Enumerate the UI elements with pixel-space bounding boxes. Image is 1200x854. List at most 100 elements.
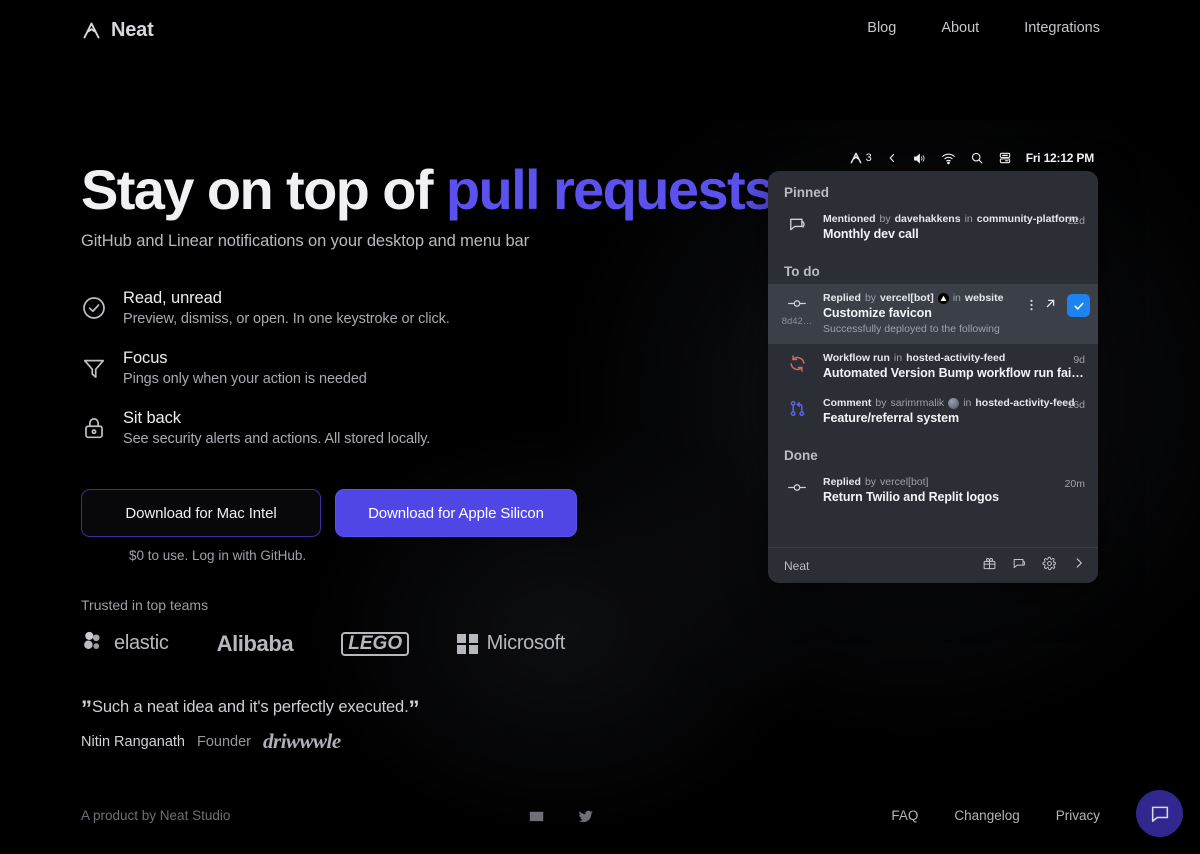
microsoft-logo-icon: [457, 633, 478, 655]
notification-row[interactable]: 8d42… Replied by vercel[bot] in website …: [768, 284, 1098, 344]
menubar-clock: Fri 12:12 PM: [1025, 151, 1094, 165]
in-label: in: [963, 397, 972, 409]
section-title-pinned: Pinned: [784, 185, 830, 200]
logo-label: Alibaba: [216, 630, 294, 656]
app-footer-icons: [982, 556, 1086, 576]
notification-icon-column: 8d42…: [782, 292, 812, 335]
cta-note: $0 to use. Log in with GitHub.: [129, 548, 307, 564]
notification-body: Replied by vercel[bot] Return Twilio and…: [823, 476, 1086, 504]
notification-actions: [1029, 294, 1090, 317]
check-circle-icon: [81, 295, 107, 321]
notification-kind: Workflow run: [823, 352, 890, 364]
vercel-triangle-icon: [937, 292, 949, 304]
notification-subtext: Successfully deployed to the following: [823, 323, 1000, 335]
menubar-neat-icon[interactable]: 3: [849, 151, 872, 165]
logo-label: LEGO: [341, 631, 410, 656]
control-center-icon[interactable]: [998, 151, 1012, 165]
notification-icon-column: [782, 397, 812, 425]
macos-menu-bar: 3 Fri 12:12 PM: [768, 145, 1098, 171]
wifi-icon[interactable]: [941, 151, 956, 166]
by-label: by: [864, 476, 877, 488]
feature-desc: Pings only when your action is needed: [123, 371, 367, 388]
app-screenshot: 3 Fri 12:12 PM Pinned Mentioned by daveh…: [768, 145, 1098, 583]
brand-logo[interactable]: Neat: [81, 19, 154, 42]
logo-label: elastic: [114, 632, 169, 655]
notification-actor: vercel[bot]: [880, 476, 929, 488]
feature-desc: See security alerts and actions. All sto…: [123, 431, 431, 448]
nav-link-about[interactable]: About: [941, 20, 979, 36]
kebab-menu-icon[interactable]: [1029, 297, 1034, 315]
notification-repo: website: [964, 292, 1004, 304]
quote-close-mark: ”: [408, 696, 420, 722]
gear-icon[interactable]: [1042, 556, 1057, 576]
commit-icon: [786, 478, 808, 497]
chat-bubble-icon[interactable]: [1136, 790, 1183, 837]
primary-nav: Blog About Integrations: [867, 20, 1100, 36]
menubar-badge-count: 3: [865, 152, 872, 164]
notification-icon-column: [782, 476, 812, 504]
in-label: in: [952, 292, 961, 304]
quote-open-mark: ”: [81, 696, 92, 722]
pull-request-icon: [788, 399, 807, 418]
notification-actor: davehakkens: [894, 213, 961, 225]
mark-done-check-icon[interactable]: [1067, 294, 1090, 317]
notification-kind: Replied: [823, 476, 861, 488]
notification-time: 22d: [1067, 215, 1085, 227]
commit-icon: [786, 294, 808, 313]
notification-row[interactable]: Replied by vercel[bot] Return Twilio and…: [768, 468, 1098, 513]
notification-meta: Workflow run in hosted-activity-feed: [823, 352, 1086, 364]
download-apple-silicon-button[interactable]: Download for Apple Silicon: [335, 489, 577, 538]
elastic-logo-icon: [81, 629, 105, 658]
hero-section: Stay on top of pull requests GitHub and …: [81, 160, 781, 754]
download-mac-intel-button[interactable]: Download for Mac Intel: [81, 489, 321, 538]
notification-hash: 8d42…: [781, 316, 813, 327]
notification-row[interactable]: Workflow run in hosted-activity-feed Aut…: [768, 344, 1098, 389]
logo-lego: LEGO: [341, 631, 410, 656]
chevron-left-icon[interactable]: [886, 152, 898, 164]
notification-body: Mentioned by davehakkens in community-pl…: [823, 213, 1086, 241]
testimonial-attribution: Nitin Ranganath Founder driwwwle: [81, 729, 781, 754]
search-icon[interactable]: [970, 151, 984, 165]
feature-item-sit-back: Sit back See security alerts and actions…: [81, 409, 781, 447]
notification-icon-column: [782, 352, 812, 380]
feature-title: Read, unread: [123, 289, 222, 308]
notification-row[interactable]: Mentioned by davehakkens in community-pl…: [768, 205, 1098, 250]
notification-row[interactable]: Comment by sarimrmalik in hosted-activit…: [768, 389, 1098, 434]
logo-alibaba: Alibaba: [217, 631, 294, 657]
feature-item-read-unread: Read, unread Preview, dismiss, or open. …: [81, 289, 781, 327]
nav-link-integrations[interactable]: Integrations: [1024, 20, 1100, 36]
testimonial-author: Nitin Ranganath: [81, 733, 185, 750]
gift-icon[interactable]: [982, 556, 997, 576]
neat-app-panel: Pinned Mentioned by davehakkens in commu…: [768, 171, 1098, 583]
twitter-icon[interactable]: [577, 808, 594, 830]
email-icon[interactable]: [528, 808, 545, 830]
open-external-icon[interactable]: [1043, 296, 1058, 316]
notification-time: 9d: [1073, 354, 1085, 366]
nav-link-blog[interactable]: Blog: [867, 20, 896, 36]
logo-elastic: elastic: [81, 629, 169, 658]
app-panel-footer: Neat: [768, 547, 1098, 583]
section-title-done: Done: [784, 448, 818, 463]
trusted-label: Trusted in top teams: [81, 597, 209, 614]
testimonial-role: Founder: [197, 733, 252, 750]
notification-actor: sarimrmalik: [890, 397, 945, 409]
footer-link-faq[interactable]: FAQ: [891, 808, 918, 823]
chevron-right-icon[interactable]: [1072, 556, 1086, 575]
app-footer-name: Neat: [784, 558, 810, 573]
footer-link-changelog[interactable]: Changelog: [954, 808, 1019, 823]
notification-kind: Mentioned: [823, 213, 876, 225]
volume-icon[interactable]: [912, 151, 927, 166]
feature-item-focus: Focus Pings only when your action is nee…: [81, 349, 781, 387]
notification-actor: vercel[bot]: [880, 292, 934, 304]
feedback-chat-icon[interactable]: [1012, 556, 1027, 576]
notification-repo: hosted-activity-feed: [906, 352, 1006, 364]
cta-row: Download for Mac Intel Download for Appl…: [81, 489, 781, 538]
quote-text: Such a neat idea and it's perfectly exec…: [92, 698, 409, 717]
feature-desc: Preview, dismiss, or open. In one keystr…: [123, 311, 450, 328]
by-label: by: [875, 397, 887, 409]
hero-subhead: GitHub and Linear notifications on your …: [81, 232, 530, 251]
section-title-todo: To do: [784, 264, 820, 279]
feature-title: Sit back: [123, 409, 181, 428]
logo-label: Microsoft: [486, 632, 566, 655]
footer-link-privacy[interactable]: Privacy: [1056, 808, 1100, 823]
